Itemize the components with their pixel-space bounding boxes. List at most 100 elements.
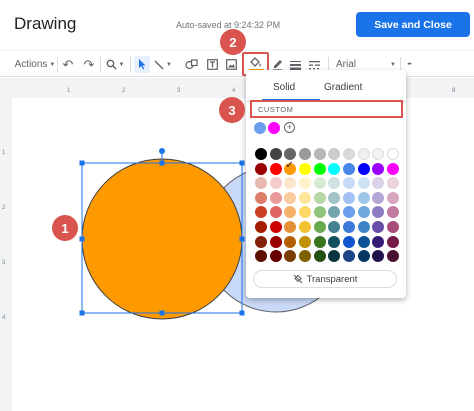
color-palette: ✓ bbox=[255, 148, 399, 265]
color-swatch[interactable] bbox=[328, 206, 341, 219]
color-swatch[interactable] bbox=[313, 235, 326, 248]
color-swatch[interactable] bbox=[342, 191, 355, 204]
color-swatch[interactable] bbox=[342, 148, 355, 160]
color-swatch[interactable] bbox=[313, 177, 326, 190]
resize-handle[interactable] bbox=[79, 236, 85, 242]
custom-label: CUSTOM bbox=[258, 105, 294, 114]
color-swatch[interactable] bbox=[298, 162, 311, 175]
color-swatch[interactable] bbox=[269, 220, 282, 233]
color-swatch[interactable] bbox=[298, 220, 311, 233]
color-swatch[interactable] bbox=[372, 191, 385, 204]
color-swatch[interactable] bbox=[372, 250, 385, 263]
color-swatch[interactable] bbox=[342, 220, 355, 233]
color-swatch[interactable] bbox=[372, 162, 385, 175]
color-swatch[interactable] bbox=[372, 235, 385, 248]
color-swatch[interactable] bbox=[255, 220, 267, 233]
palette-row bbox=[255, 235, 399, 248]
color-swatch[interactable] bbox=[328, 250, 341, 263]
color-swatch[interactable] bbox=[269, 177, 282, 190]
color-swatch[interactable] bbox=[284, 250, 297, 263]
color-swatch[interactable] bbox=[269, 162, 282, 175]
color-swatch[interactable] bbox=[255, 148, 267, 160]
color-swatch[interactable] bbox=[255, 250, 267, 263]
color-swatch[interactable] bbox=[357, 191, 370, 204]
color-swatch[interactable] bbox=[372, 206, 385, 219]
color-swatch[interactable] bbox=[255, 235, 267, 248]
resize-handle[interactable] bbox=[159, 160, 165, 166]
color-swatch[interactable] bbox=[284, 177, 297, 190]
color-swatch[interactable] bbox=[298, 235, 311, 248]
color-swatch[interactable] bbox=[386, 148, 399, 160]
resize-handle[interactable] bbox=[239, 236, 245, 242]
tab-solid[interactable]: Solid bbox=[273, 82, 295, 93]
color-swatch[interactable] bbox=[284, 148, 297, 160]
transparent-button[interactable]: Transparent bbox=[253, 270, 397, 288]
resize-handle[interactable] bbox=[79, 160, 85, 166]
color-swatch[interactable] bbox=[357, 206, 370, 219]
color-swatch[interactable] bbox=[372, 148, 385, 160]
color-swatch[interactable] bbox=[386, 177, 399, 190]
color-swatch[interactable] bbox=[372, 177, 385, 190]
color-swatch[interactable] bbox=[255, 177, 267, 190]
color-swatch[interactable] bbox=[328, 220, 341, 233]
color-swatch[interactable] bbox=[342, 206, 355, 219]
color-swatch[interactable] bbox=[313, 148, 326, 160]
color-swatch[interactable] bbox=[255, 206, 267, 219]
rotate-handle[interactable] bbox=[159, 148, 165, 154]
color-swatch[interactable] bbox=[313, 162, 326, 175]
color-swatch[interactable] bbox=[255, 191, 267, 204]
custom-swatch[interactable] bbox=[254, 122, 266, 134]
color-swatch[interactable] bbox=[313, 220, 326, 233]
tab-gradient[interactable]: Gradient bbox=[324, 82, 362, 93]
color-swatch[interactable] bbox=[386, 235, 399, 248]
color-swatch[interactable] bbox=[386, 220, 399, 233]
resize-handle[interactable] bbox=[239, 310, 245, 316]
add-custom-color-icon[interactable]: + bbox=[284, 122, 295, 133]
color-swatch[interactable] bbox=[357, 162, 370, 175]
color-swatch[interactable] bbox=[269, 206, 282, 219]
orange-circle[interactable] bbox=[81, 158, 243, 320]
resize-handle[interactable] bbox=[159, 310, 165, 316]
color-swatch[interactable] bbox=[269, 235, 282, 248]
color-swatch[interactable] bbox=[357, 177, 370, 190]
color-swatch[interactable] bbox=[328, 191, 341, 204]
color-swatch[interactable] bbox=[298, 148, 311, 160]
color-swatch[interactable] bbox=[298, 191, 311, 204]
color-swatch[interactable] bbox=[284, 191, 297, 204]
color-swatch[interactable] bbox=[269, 148, 282, 160]
color-swatch[interactable] bbox=[386, 162, 399, 175]
color-swatch[interactable] bbox=[313, 206, 326, 219]
resize-handle[interactable] bbox=[79, 310, 85, 316]
color-swatch[interactable] bbox=[357, 148, 370, 160]
color-swatch[interactable] bbox=[342, 250, 355, 263]
color-swatch[interactable] bbox=[357, 235, 370, 248]
color-swatch[interactable] bbox=[328, 235, 341, 248]
color-swatch[interactable] bbox=[328, 162, 341, 175]
custom-swatch[interactable] bbox=[268, 122, 280, 134]
color-swatch[interactable] bbox=[313, 250, 326, 263]
color-swatch[interactable] bbox=[284, 235, 297, 248]
color-swatch[interactable] bbox=[255, 162, 267, 175]
color-swatch[interactable] bbox=[386, 206, 399, 219]
color-swatch[interactable] bbox=[342, 235, 355, 248]
color-swatch[interactable] bbox=[284, 220, 297, 233]
color-swatch[interactable] bbox=[386, 250, 399, 263]
color-swatch[interactable] bbox=[357, 220, 370, 233]
color-swatch[interactable] bbox=[386, 191, 399, 204]
color-swatch[interactable] bbox=[269, 191, 282, 204]
color-swatch[interactable] bbox=[269, 250, 282, 263]
color-swatch[interactable]: ✓ bbox=[284, 160, 297, 175]
color-swatch[interactable] bbox=[342, 177, 355, 190]
color-swatch[interactable] bbox=[328, 177, 341, 190]
color-swatch[interactable] bbox=[328, 148, 341, 160]
color-swatch[interactable] bbox=[284, 206, 297, 219]
custom-color-button[interactable]: CUSTOM bbox=[250, 100, 403, 118]
color-swatch[interactable] bbox=[298, 250, 311, 263]
color-swatch[interactable] bbox=[372, 220, 385, 233]
color-swatch[interactable] bbox=[298, 206, 311, 219]
color-swatch[interactable] bbox=[298, 177, 311, 190]
color-swatch[interactable] bbox=[342, 162, 355, 175]
color-swatch[interactable] bbox=[313, 191, 326, 204]
color-swatch[interactable] bbox=[357, 250, 370, 263]
resize-handle[interactable] bbox=[239, 160, 245, 166]
